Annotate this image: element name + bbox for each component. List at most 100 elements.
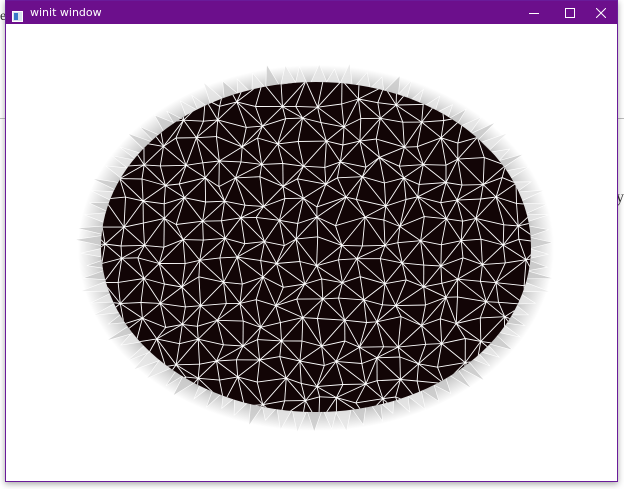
close-button[interactable] (583, 1, 619, 24)
mesh-edge (205, 59, 220, 64)
mesh-edge (516, 82, 523, 87)
mesh-edge (476, 82, 483, 105)
mesh-edge (526, 383, 531, 387)
mesh-edge (116, 96, 143, 100)
mesh-edge (438, 404, 467, 412)
mesh-edge (416, 77, 437, 81)
mesh-edge (345, 442, 357, 443)
mesh-edge (341, 244, 363, 247)
minimize-icon (529, 3, 539, 22)
mesh-edge (82, 384, 95, 387)
mesh-edge (466, 82, 478, 105)
mesh-edge (76, 363, 83, 384)
mesh-edge (205, 59, 226, 81)
mesh-edge (463, 427, 480, 445)
mesh-edge (178, 82, 205, 83)
mesh-edge (484, 379, 496, 383)
mesh-edge (545, 324, 563, 326)
mesh-edge (480, 427, 485, 446)
mesh-edge (541, 140, 560, 161)
mesh-edge (183, 239, 204, 241)
mesh-edge (117, 120, 127, 138)
mesh-edge (101, 143, 106, 158)
mesh-edge (521, 141, 531, 162)
mesh-edge (399, 356, 401, 380)
mesh-edge (203, 443, 217, 446)
mesh-edge (101, 402, 106, 412)
mesh-edge (101, 377, 117, 388)
mesh-edge (101, 96, 117, 100)
mesh-edge (520, 401, 531, 404)
mesh-edge (216, 426, 236, 444)
mesh-edge (116, 377, 144, 385)
mesh-edge (121, 62, 123, 78)
mesh-edge (496, 60, 522, 63)
minimize-button[interactable] (516, 1, 552, 24)
mesh-edge (220, 57, 244, 64)
mesh-edge (500, 82, 506, 98)
mesh-edge (502, 359, 527, 385)
mesh-edge (124, 62, 140, 64)
mesh-edge (101, 356, 107, 387)
mesh-edge (236, 426, 261, 441)
mesh-edge (557, 243, 566, 260)
mesh-edge (525, 417, 538, 422)
mesh-edge (343, 63, 366, 67)
mesh-edge (404, 146, 418, 148)
mesh-edge (120, 244, 145, 247)
mesh-edge (79, 321, 99, 344)
mesh-edge (497, 118, 519, 125)
mesh-edge (546, 137, 560, 140)
mesh-edge (416, 438, 440, 447)
mesh-edge (115, 400, 141, 403)
title-bar[interactable]: winit window (6, 1, 617, 24)
mesh-edge (102, 82, 122, 88)
mesh-edge (502, 224, 505, 246)
mesh-edge (78, 100, 84, 125)
mesh-edge (545, 303, 557, 324)
mesh-edge (160, 63, 164, 82)
render-surface[interactable] (6, 24, 617, 481)
mesh-edge (183, 59, 205, 63)
mesh-edge (284, 437, 306, 444)
mesh-edge (79, 300, 84, 318)
mesh-edge (541, 386, 543, 403)
mesh-edge (476, 96, 506, 105)
mesh-edge (525, 417, 543, 442)
mesh-edge (80, 80, 84, 99)
mesh-edge (536, 340, 540, 359)
mesh-edge (500, 82, 523, 84)
mesh-edge (102, 82, 124, 87)
mesh-edge (561, 202, 564, 220)
mesh-edge (380, 439, 402, 444)
mesh-edge (101, 343, 106, 358)
mesh-edge (155, 401, 158, 412)
mesh-edge (519, 359, 527, 384)
mesh-edge (541, 402, 562, 403)
mesh-edge (100, 440, 125, 443)
mesh-edge (500, 82, 518, 88)
mesh-edge (102, 86, 117, 97)
mesh-edge (78, 125, 84, 147)
mesh-edge (517, 225, 520, 240)
mesh-edge (497, 105, 526, 125)
mesh-edge (141, 98, 146, 123)
mesh-edge (101, 86, 104, 100)
mesh-edge (521, 120, 531, 143)
mesh-edge (556, 359, 560, 385)
mesh-edge (557, 260, 563, 281)
mesh-edge (156, 419, 176, 422)
mesh-edge (101, 356, 107, 384)
mesh-edge (100, 424, 116, 443)
mesh-edge (76, 157, 101, 158)
mesh-edge (158, 437, 186, 445)
mesh-edge (286, 62, 297, 65)
mesh-edge (116, 363, 127, 378)
mesh-edge (536, 340, 564, 343)
mesh-edge (518, 118, 531, 122)
mesh-edge (243, 57, 263, 62)
mesh-edge (80, 402, 84, 420)
mesh-edge (480, 427, 504, 440)
mesh-edge (101, 356, 106, 364)
mesh-edge (163, 82, 180, 103)
